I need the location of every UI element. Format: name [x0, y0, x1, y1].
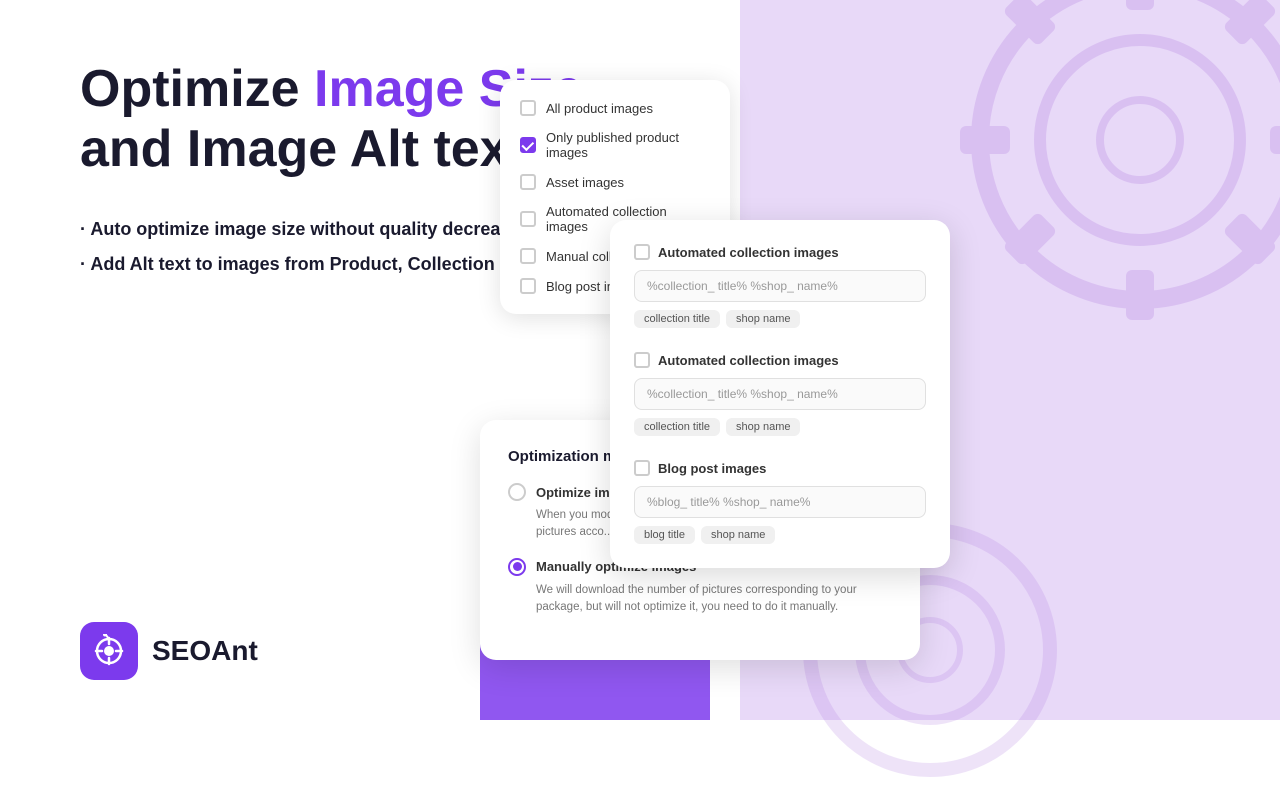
cb-manual-collection[interactable] — [520, 248, 536, 264]
radio-auto[interactable] — [508, 483, 526, 501]
tag-blog-title[interactable]: blog title — [634, 526, 695, 544]
cards-area: All product images Only published produc… — [480, 0, 1280, 720]
alttext-input-1[interactable] — [634, 270, 926, 302]
alttext-header-3: Blog post images — [634, 460, 926, 476]
cb-only-published[interactable] — [520, 137, 536, 153]
radio-manual[interactable] — [508, 558, 526, 576]
alttext-title-2: Automated collection images — [658, 353, 839, 368]
seoant-logo-icon — [80, 622, 138, 680]
logo-text: SEOAnt — [152, 635, 258, 667]
tag-shop-name-1[interactable]: shop name — [726, 310, 800, 328]
alttext-section-2: Automated collection images collection t… — [634, 352, 926, 436]
alttext-section-1: Automated collection images collection t… — [634, 244, 926, 328]
tag-collection-title-1[interactable]: collection title — [634, 310, 720, 328]
alttext-title-3: Blog post images — [658, 461, 766, 476]
cb-only-published-label: Only published product images — [546, 130, 710, 160]
alttext-header-1: Automated collection images — [634, 244, 926, 260]
alttext-header-2: Automated collection images — [634, 352, 926, 368]
alttext-title-1: Automated collection images — [658, 245, 839, 260]
cb-asset-label: Asset images — [546, 175, 624, 190]
card-alttext: Automated collection images collection t… — [610, 220, 950, 568]
title-text-2: and Image Alt text — [80, 120, 526, 178]
cb-blog-post[interactable] — [520, 278, 536, 294]
tag-shop-name-3[interactable]: shop name — [701, 526, 775, 544]
tags-row-2: collection title shop name — [634, 418, 926, 436]
cb-automated-collection[interactable] — [520, 211, 536, 227]
opt-desc-manual: We will download the number of pictures … — [508, 582, 892, 617]
tags-row-1: collection title shop name — [634, 310, 926, 328]
tag-collection-title-2[interactable]: collection title — [634, 418, 720, 436]
tags-row-3: blog title shop name — [634, 526, 926, 544]
cb-asset[interactable] — [520, 174, 536, 190]
title-text-1: Optimize — [80, 60, 314, 118]
alttext-section-3: Blog post images blog title shop name — [634, 460, 926, 544]
alttext-cb-3[interactable] — [634, 460, 650, 476]
cb-all-product[interactable] — [520, 100, 536, 116]
alttext-input-3[interactable] — [634, 486, 926, 518]
checkbox-only-published[interactable]: Only published product images — [520, 130, 710, 160]
cb-all-product-label: All product images — [546, 101, 653, 116]
tag-shop-name-2[interactable]: shop name — [726, 418, 800, 436]
alttext-input-2[interactable] — [634, 378, 926, 410]
alttext-cb-1[interactable] — [634, 244, 650, 260]
alttext-cb-2[interactable] — [634, 352, 650, 368]
checkbox-all-product[interactable]: All product images — [520, 100, 710, 116]
checkbox-asset[interactable]: Asset images — [520, 174, 710, 190]
